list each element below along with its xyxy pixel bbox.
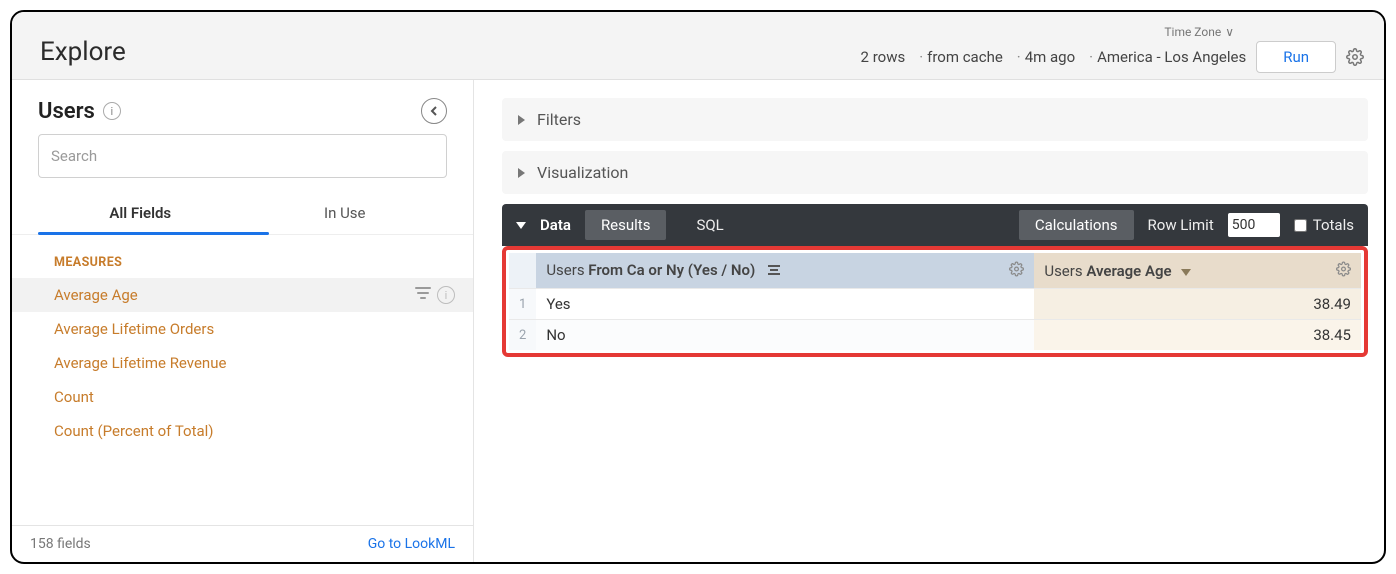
sort-desc-icon[interactable]: [1181, 262, 1191, 280]
totals-toggle[interactable]: Totals: [1294, 216, 1354, 234]
field-label: Count: [54, 388, 94, 406]
field-label: Count (Percent of Total): [54, 422, 214, 440]
page-title: Explore: [40, 37, 126, 67]
visualization-panel[interactable]: Visualization: [502, 151, 1368, 194]
row-limit-label: Row Limit: [1148, 216, 1214, 234]
meas-cell[interactable]: 38.45: [1034, 320, 1361, 351]
results-tab[interactable]: Results: [585, 210, 667, 240]
info-icon[interactable]: i: [437, 286, 455, 304]
calculations-button[interactable]: Calculations: [1019, 210, 1134, 240]
go-to-lookml-link[interactable]: Go to LookML: [368, 536, 455, 552]
filters-panel[interactable]: Filters: [502, 98, 1368, 141]
caret-right-icon: [518, 168, 525, 178]
field-average-age[interactable]: Average Age i: [12, 278, 473, 312]
status-row-count: 2 rows: [861, 48, 906, 66]
filters-label: Filters: [537, 110, 581, 129]
dim-cell[interactable]: No: [536, 320, 1034, 351]
measure-header[interactable]: Users Average Age: [1034, 253, 1361, 289]
meas-cell[interactable]: 38.49: [1034, 289, 1361, 320]
gear-icon[interactable]: [1346, 48, 1364, 66]
row-number: 1: [509, 289, 536, 320]
run-button[interactable]: Run: [1256, 41, 1336, 73]
meas-prefix: Users: [1044, 262, 1086, 280]
chevron-down-icon: ∨: [1225, 25, 1234, 39]
status-age: 4m ago: [1013, 48, 1075, 66]
field-label: Average Age: [54, 286, 138, 304]
data-bar: Data Results SQL Calculations Row Limit …: [502, 204, 1368, 246]
status-cache: from cache: [915, 48, 1003, 66]
field-count-percent-of-total[interactable]: Count (Percent of Total): [12, 414, 473, 448]
dim-name: From Ca or Ny (Yes / No): [588, 261, 755, 279]
totals-checkbox[interactable]: [1294, 219, 1307, 232]
meas-name: Average Age: [1086, 262, 1171, 280]
visualization-label: Visualization: [537, 163, 628, 182]
gear-icon[interactable]: [1009, 261, 1024, 280]
measures-section-label: MEASURES: [12, 249, 473, 278]
dim-cell[interactable]: Yes: [536, 289, 1034, 320]
status-timezone: America - Los Angeles: [1085, 48, 1246, 66]
info-icon[interactable]: i: [103, 102, 121, 120]
timezone-label: Time Zone: [1164, 25, 1221, 39]
filter-icon[interactable]: [415, 286, 431, 304]
tab-in-use[interactable]: In Use: [243, 190, 448, 234]
field-count[interactable]: Count: [12, 380, 473, 414]
dimension-header[interactable]: Users From Ca or Ny (Yes / No): [536, 253, 1034, 289]
tab-all-fields[interactable]: All Fields: [38, 190, 243, 234]
table-row: 2 No 38.45: [509, 320, 1361, 351]
row-number: 2: [509, 320, 536, 351]
table-row: 1 Yes 38.49: [509, 289, 1361, 320]
results-highlight: Users From Ca or Ny (Yes / No): [502, 246, 1368, 357]
sql-tab[interactable]: SQL: [680, 210, 739, 240]
caret-down-icon[interactable]: [516, 222, 526, 229]
explore-name: Users: [38, 99, 95, 124]
search-input[interactable]: [38, 134, 447, 178]
results-table: Users From Ca or Ny (Yes / No): [509, 253, 1361, 350]
field-label: Average Lifetime Orders: [54, 320, 214, 338]
rownum-header: [509, 253, 536, 289]
dim-prefix: Users: [546, 261, 588, 279]
field-average-lifetime-revenue[interactable]: Average Lifetime Revenue: [12, 346, 473, 380]
totals-label: Totals: [1313, 216, 1354, 234]
field-average-lifetime-orders[interactable]: Average Lifetime Orders: [12, 312, 473, 346]
field-label: Average Lifetime Revenue: [54, 354, 226, 372]
caret-right-icon: [518, 115, 525, 125]
timezone-selector[interactable]: Time Zone ∨: [1164, 25, 1234, 39]
row-limit-input[interactable]: [1228, 213, 1280, 237]
chevron-left-icon: [429, 106, 439, 116]
field-count-footer: 158 fields: [30, 536, 91, 552]
collapse-sidebar-button[interactable]: [421, 98, 447, 124]
pivot-icon[interactable]: [767, 262, 781, 280]
gear-icon[interactable]: [1336, 261, 1351, 280]
data-tab[interactable]: Data: [540, 216, 571, 234]
